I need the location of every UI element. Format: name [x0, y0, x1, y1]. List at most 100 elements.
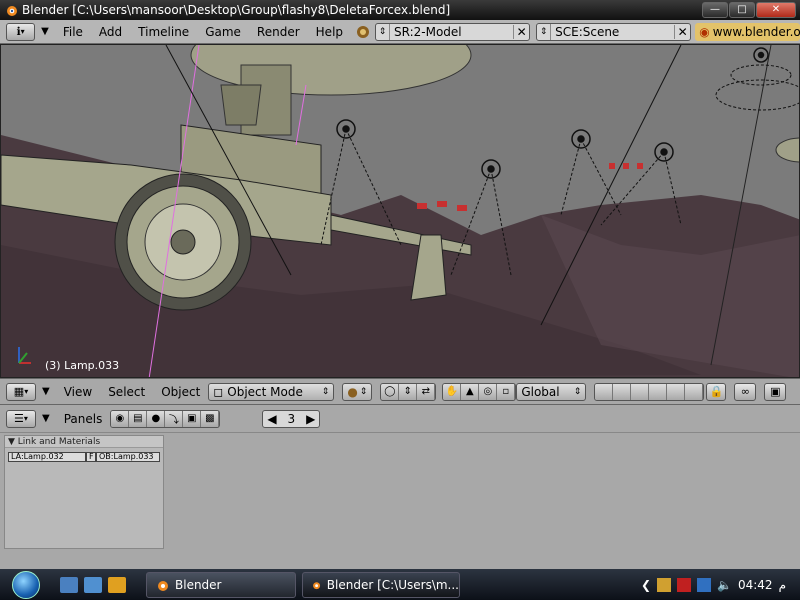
window-controls: — □ ✕	[702, 2, 796, 18]
menu-file[interactable]: File	[55, 25, 91, 39]
layer-1[interactable]	[595, 383, 614, 400]
windows-logo-icon	[12, 570, 40, 599]
menu-add[interactable]: Add	[91, 25, 130, 39]
scene-delete-icon[interactable]: ✕	[674, 24, 690, 39]
window-type-menu[interactable]: ℹ ▾	[6, 22, 36, 41]
show-desktop-icon[interactable]	[60, 576, 78, 593]
shading-icon: ●	[347, 384, 358, 399]
chevron-down-icon: ⇕	[321, 386, 330, 397]
menu-render[interactable]: Render	[249, 25, 308, 39]
blender-logo-icon	[158, 580, 168, 591]
draw-type-dropdown[interactable]: ● ⇕	[342, 382, 373, 401]
link-materials-panel: ▼ Link and Materials LA:Lamp.032 F OB:La…	[4, 435, 164, 549]
tray-network-icon[interactable]	[657, 577, 672, 592]
lamp-datablock-field[interactable]: LA:Lamp.032	[8, 452, 86, 462]
collapse-arrow-icon[interactable]: ▼	[42, 413, 50, 424]
layers-group	[594, 382, 705, 401]
orientation-dropdown[interactable]: Global ⇕	[516, 382, 587, 401]
blender-url[interactable]: ◉ www.blender.or	[695, 22, 800, 41]
mode-dropdown[interactable]: ◻ Object Mode ⇕	[208, 382, 335, 401]
layer-3[interactable]	[631, 383, 650, 400]
switch-windows-icon[interactable]	[84, 576, 102, 593]
hand-icon[interactable]: ✋	[443, 383, 462, 400]
pivot-group: ◯ ⇕ ⇄	[380, 382, 437, 401]
screen-icon	[355, 24, 371, 40]
logic-icon[interactable]: ◉	[111, 410, 130, 427]
buttons-type-menu[interactable]: ☰ ▾	[6, 409, 36, 428]
panel-collapse-icon[interactable]: ▼	[8, 437, 15, 447]
buttons-header: ☰ ▾ ▼ Panels ◉ ▤ ● ⤵ ▣ ▩ ◀ 3 ▶	[0, 405, 800, 433]
frame-value[interactable]: 3	[288, 412, 296, 426]
frame-field[interactable]: ◀ 3 ▶	[262, 409, 321, 428]
grid-icon: ▦	[13, 385, 25, 398]
translate-icon[interactable]: ▲	[461, 383, 480, 400]
link-icon[interactable]: ∞	[734, 382, 757, 401]
window-title: Blender [C:\Users\mansoor\Desktop\Group\…	[22, 3, 451, 17]
lock-icon[interactable]: 🔒	[706, 382, 727, 401]
menu-select[interactable]: Select	[100, 385, 153, 399]
scale-icon[interactable]: ▫	[497, 383, 516, 400]
manipulator-group: ✋ ▲ ◎ ▫	[442, 382, 517, 401]
view-type-menu[interactable]: ▦ ▾	[6, 382, 36, 401]
pivot-icon[interactable]: ◯	[381, 383, 400, 400]
maximize-button[interactable]: □	[729, 2, 755, 18]
layer-4[interactable]	[649, 383, 668, 400]
collapse-arrow-icon[interactable]: ▼	[42, 386, 50, 397]
tray-expand-icon[interactable]: ❮	[641, 578, 651, 592]
windows-taskbar: Blender Blender [C:\Users\m... ❮ 🔈 04:42…	[0, 569, 800, 600]
pivot-spin-icon[interactable]: ⇕	[399, 383, 418, 400]
buttons-window-icon: ☰	[14, 412, 24, 425]
screen-selector[interactable]: ⇕ SR:2-Model ✕	[375, 22, 531, 41]
screen-delete-icon[interactable]: ✕	[513, 24, 529, 39]
rotate-icon[interactable]: ◎	[479, 383, 498, 400]
taskbar-item-blender[interactable]: Blender	[146, 571, 296, 598]
blender-small-icon: ◉	[699, 24, 710, 39]
buttons-window: ☰ ▾ ▼ Panels ◉ ▤ ● ⤵ ▣ ▩ ◀ 3 ▶ ▼ Link and…	[0, 405, 800, 569]
screen-name[interactable]: SR:2-Model	[390, 25, 513, 39]
media-player-icon[interactable]	[108, 576, 126, 593]
menu-object[interactable]: Object	[153, 385, 208, 399]
chevron-down-icon: ⇕	[359, 386, 368, 397]
scene-selector[interactable]: ⇕ SCE:Scene ✕	[536, 22, 692, 41]
scene-spin-icon[interactable]: ⇕	[537, 23, 552, 40]
snap-icon[interactable]: ⇄	[417, 383, 436, 400]
start-button[interactable]	[0, 569, 52, 600]
render-icon[interactable]: ▣	[764, 382, 787, 401]
blender-url-text: www.blender.or	[712, 24, 800, 39]
layer-5[interactable]	[667, 383, 686, 400]
clock[interactable]: 04:42	[738, 578, 773, 592]
volume-icon[interactable]: 🔈	[717, 578, 732, 592]
3d-viewport[interactable]: (3) Lamp.033	[0, 44, 800, 378]
menu-view[interactable]: View	[56, 385, 100, 399]
scene-context-icon[interactable]: ▩	[201, 410, 220, 427]
scene-render	[1, 45, 799, 377]
editing-context-icon[interactable]: ▣	[183, 410, 202, 427]
script-icon[interactable]: ▤	[129, 410, 148, 427]
panels-label[interactable]: Panels	[56, 412, 111, 426]
shading-context-icon[interactable]: ●	[147, 410, 166, 427]
tray-connection-icon[interactable]	[697, 577, 712, 592]
blender-logo-icon	[313, 581, 321, 589]
layer-2[interactable]	[613, 383, 632, 400]
scene-name[interactable]: SCE:Scene	[551, 25, 674, 39]
window-titlebar: Blender [C:\Users\mansoor\Desktop\Group\…	[0, 0, 800, 20]
taskbar-item-label: Blender [C:\Users\m...	[326, 577, 459, 592]
menu-game[interactable]: Game	[197, 25, 249, 39]
collapse-arrow-icon[interactable]: ▼	[41, 26, 49, 37]
minimize-button[interactable]: —	[702, 2, 728, 18]
menu-timeline[interactable]: Timeline	[130, 25, 197, 39]
info-header: ℹ ▾ ▼ File Add Timeline Game Render Help …	[0, 20, 800, 44]
frame-increment-icon[interactable]: ▶	[302, 412, 319, 426]
object-context-icon[interactable]: ⤵	[165, 410, 184, 427]
panel-header[interactable]: ▼ Link and Materials	[5, 436, 163, 448]
frame-decrement-icon[interactable]: ◀	[263, 412, 280, 426]
blender-screen: Blender [C:\Users\mansoor\Desktop\Group\…	[0, 0, 800, 600]
fake-user-button[interactable]: F	[86, 452, 96, 462]
close-button[interactable]: ✕	[756, 2, 796, 18]
taskbar-item-blender-file[interactable]: Blender [C:\Users\m...	[302, 571, 460, 598]
menu-help[interactable]: Help	[308, 25, 351, 39]
object-name-field[interactable]: OB:Lamp.033	[96, 452, 160, 462]
layer-6[interactable]	[685, 383, 704, 400]
screen-spin-icon[interactable]: ⇕	[376, 23, 391, 40]
tray-antivirus-icon[interactable]	[677, 577, 692, 592]
